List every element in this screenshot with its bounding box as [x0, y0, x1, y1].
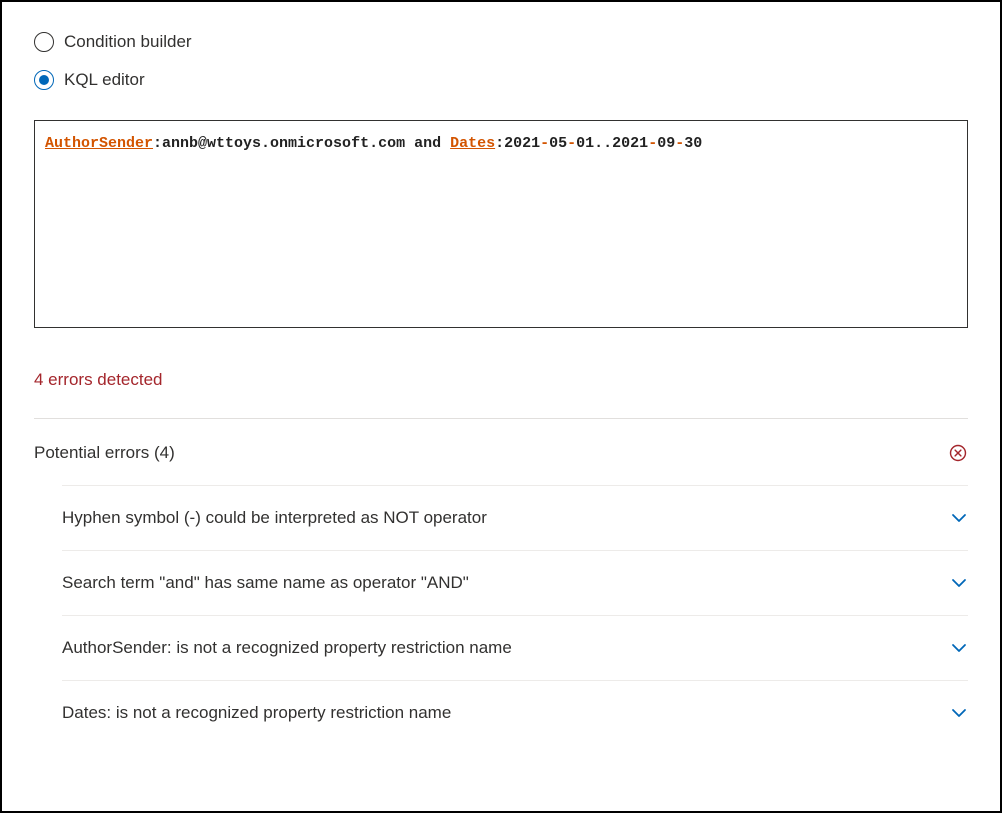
- radio-icon: [34, 70, 54, 90]
- chevron-down-icon: [950, 704, 968, 722]
- chevron-down-icon: [950, 574, 968, 592]
- query-token: -: [648, 135, 657, 152]
- radio-icon: [34, 32, 54, 52]
- error-text: Search term "and" has same name as opera…: [62, 573, 469, 593]
- section-title: Potential errors (4): [34, 443, 175, 463]
- potential-errors-header: Potential errors (4): [34, 419, 968, 485]
- query-token: 09: [657, 135, 675, 152]
- query-token: -: [540, 135, 549, 152]
- kql-query-editor[interactable]: AuthorSender:annb@wttoys.onmicrosoft.com…: [34, 120, 968, 328]
- error-row[interactable]: Search term "and" has same name as opera…: [62, 550, 968, 615]
- query-token: :annb@wttoys.onmicrosoft.com and: [153, 135, 450, 152]
- query-mode-radiogroup: Condition builder KQL editor: [34, 32, 968, 90]
- query-token: -: [675, 135, 684, 152]
- error-row[interactable]: Dates: is not a recognized property rest…: [62, 680, 968, 745]
- error-summary: 4 errors detected: [34, 370, 968, 390]
- chevron-down-icon: [950, 639, 968, 657]
- dismiss-errors-button[interactable]: [948, 443, 968, 463]
- close-circle-icon: [949, 444, 967, 462]
- error-row[interactable]: Hyphen symbol (-) could be interpreted a…: [62, 485, 968, 550]
- query-token: -: [567, 135, 576, 152]
- radio-label: KQL editor: [64, 70, 145, 90]
- error-text: Hyphen symbol (-) could be interpreted a…: [62, 508, 487, 528]
- error-list: Hyphen symbol (-) could be interpreted a…: [34, 485, 968, 745]
- query-token: 05: [549, 135, 567, 152]
- error-text: AuthorSender: is not a recognized proper…: [62, 638, 512, 658]
- error-row[interactable]: AuthorSender: is not a recognized proper…: [62, 615, 968, 680]
- chevron-down-icon: [950, 509, 968, 527]
- query-token: :2021: [495, 135, 540, 152]
- query-token: AuthorSender: [45, 135, 153, 152]
- query-token: 01..2021: [576, 135, 648, 152]
- error-text: Dates: is not a recognized property rest…: [62, 703, 451, 723]
- radio-kql-editor[interactable]: KQL editor: [34, 70, 968, 90]
- kql-editor-panel: Condition builder KQL editor AuthorSende…: [0, 0, 1002, 813]
- query-token: 30: [684, 135, 702, 152]
- radio-condition-builder[interactable]: Condition builder: [34, 32, 968, 52]
- query-token: Dates: [450, 135, 495, 152]
- radio-label: Condition builder: [64, 32, 192, 52]
